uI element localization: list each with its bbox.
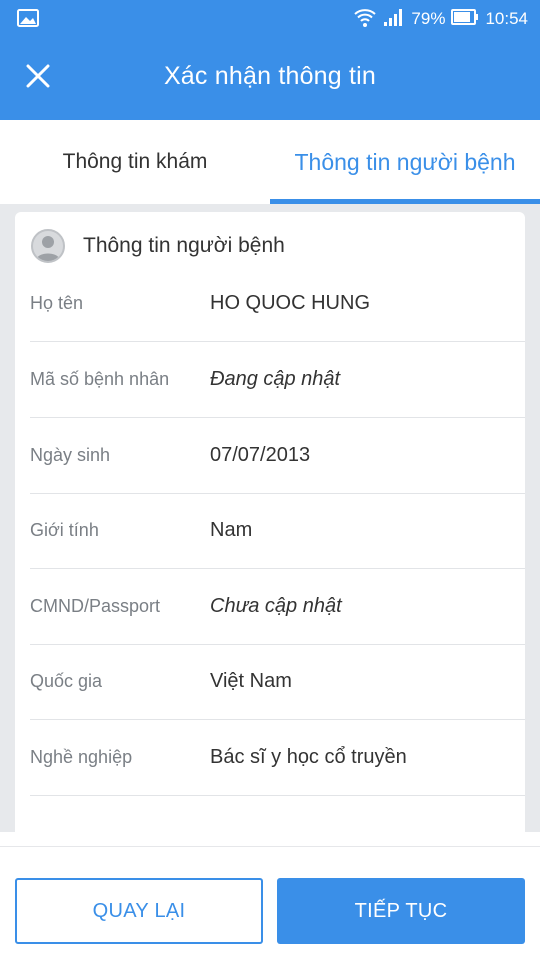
row-value: Chưa cập nhật xyxy=(210,595,342,617)
row-value: 07/07/2013 xyxy=(210,444,311,466)
patient-info-card: Thông tin người bệnh Họ tên HO QUOC HUNG… xyxy=(15,212,525,832)
row-label: Giới tính xyxy=(30,520,99,540)
row-label: Mã số bệnh nhân xyxy=(30,369,170,389)
info-row-id-passport: CMND/Passport Chưa cập nhật xyxy=(30,569,525,645)
row-value: Đang cập nhật xyxy=(210,368,341,390)
card-title: Thông tin người bệnh xyxy=(83,234,285,257)
battery-percent: 79% xyxy=(411,9,446,28)
info-row-full-name: Họ tên HO QUOC HUNG xyxy=(30,266,525,342)
bottom-action-bar: QUAY LẠI TIẾP TỤC xyxy=(0,832,540,960)
app-bar: 79% 10:54 Xác nhận thông tin xyxy=(0,0,540,120)
gallery-icon xyxy=(17,9,39,32)
info-row-gender: Giới tính Nam xyxy=(30,493,525,569)
info-row-occupation: Nghề nghiệp Bác sĩ y học cổ truyền xyxy=(30,720,525,796)
clock-time: 10:54 xyxy=(485,9,528,28)
row-label: Họ tên xyxy=(30,293,84,313)
row-value: HO QUOC HUNG xyxy=(210,292,370,314)
page-title: Xác nhận thông tin xyxy=(163,62,377,90)
wifi-icon xyxy=(353,6,377,33)
tab-exam-info[interactable]: Thông tin khám xyxy=(0,120,270,204)
row-value: Nam xyxy=(210,519,253,541)
info-row-country: Quốc gia Việt Nam xyxy=(30,644,525,720)
row-value: Việt Nam xyxy=(210,670,292,692)
divider xyxy=(0,846,540,847)
info-row-patient-id: Mã số bệnh nhân Đang cập nhật xyxy=(30,342,525,418)
card-header: Thông tin người bệnh xyxy=(31,228,285,264)
row-label: CMND/Passport xyxy=(30,596,161,616)
avatar-icon xyxy=(31,229,65,263)
row-value: Bác sĩ y học cổ truyền xyxy=(210,746,407,768)
signal-icon xyxy=(383,7,405,32)
content-scroll-area[interactable]: Thông tin người bệnh Họ tên HO QUOC HUNG… xyxy=(0,204,540,832)
tab-patient-info[interactable]: Thông tin người bệnh xyxy=(270,120,540,204)
battery-icon xyxy=(451,8,479,31)
row-label: Ngày sinh xyxy=(30,445,111,465)
continue-button[interactable]: TIẾP TỤC xyxy=(277,878,525,944)
row-label: Quốc gia xyxy=(30,671,103,691)
info-row-birth-date: Ngày sinh 07/07/2013 xyxy=(30,418,525,494)
tab-bar: Thông tin khám Thông tin người bệnh xyxy=(0,120,540,204)
back-button[interactable]: QUAY LẠI xyxy=(15,878,263,944)
row-label: Nghề nghiệp xyxy=(30,747,133,767)
status-bar: 79% 10:54 xyxy=(0,0,540,38)
status-icons: 79% 10:54 xyxy=(347,7,528,31)
